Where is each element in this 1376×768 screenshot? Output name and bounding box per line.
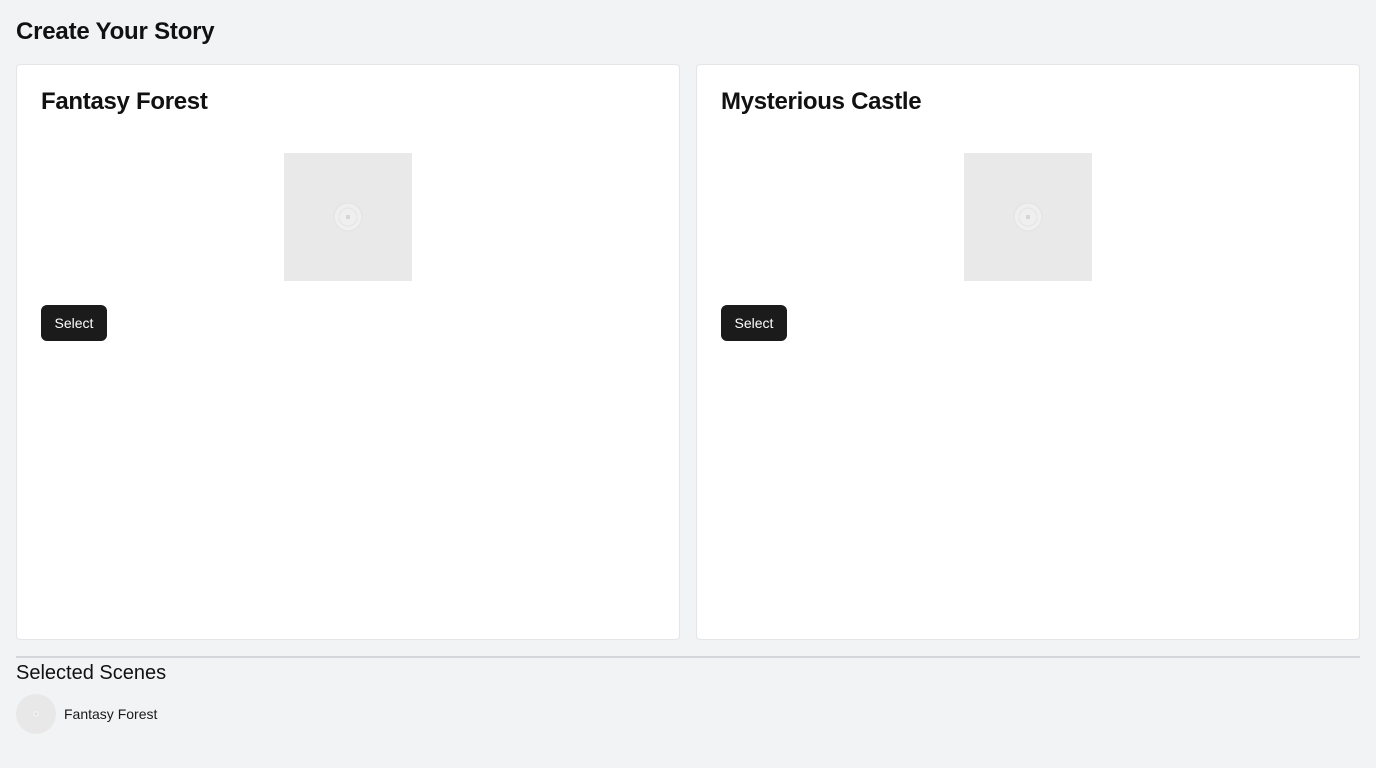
scene-thumbnail-icon — [31, 709, 41, 719]
story-creator-page: Create Your Story Fantasy Forest Select … — [0, 0, 1376, 768]
scene-card-fantasy-forest: Fantasy Forest Select — [16, 64, 680, 640]
selected-scene-label: Fantasy Forest — [64, 706, 158, 722]
scene-image — [964, 153, 1092, 281]
scene-card-title: Mysterious Castle — [721, 88, 922, 115]
scene-card-grid: Fantasy Forest Select Mysterious Castle … — [16, 64, 1360, 640]
image-placeholder-icon — [1013, 202, 1043, 232]
select-scene-button[interactable]: Select — [721, 305, 787, 341]
page-title: Create Your Story — [16, 18, 215, 45]
image-placeholder-icon — [333, 202, 363, 232]
section-divider — [16, 656, 1360, 658]
selected-scenes-heading: Selected Scenes — [16, 662, 167, 684]
select-scene-button[interactable]: Select — [41, 305, 107, 341]
scene-card-mysterious-castle: Mysterious Castle Select — [696, 64, 1360, 640]
selected-scene-item: Fantasy Forest — [16, 694, 157, 734]
scene-card-title: Fantasy Forest — [41, 88, 208, 115]
scene-image — [284, 153, 412, 281]
scene-thumbnail — [16, 694, 56, 734]
